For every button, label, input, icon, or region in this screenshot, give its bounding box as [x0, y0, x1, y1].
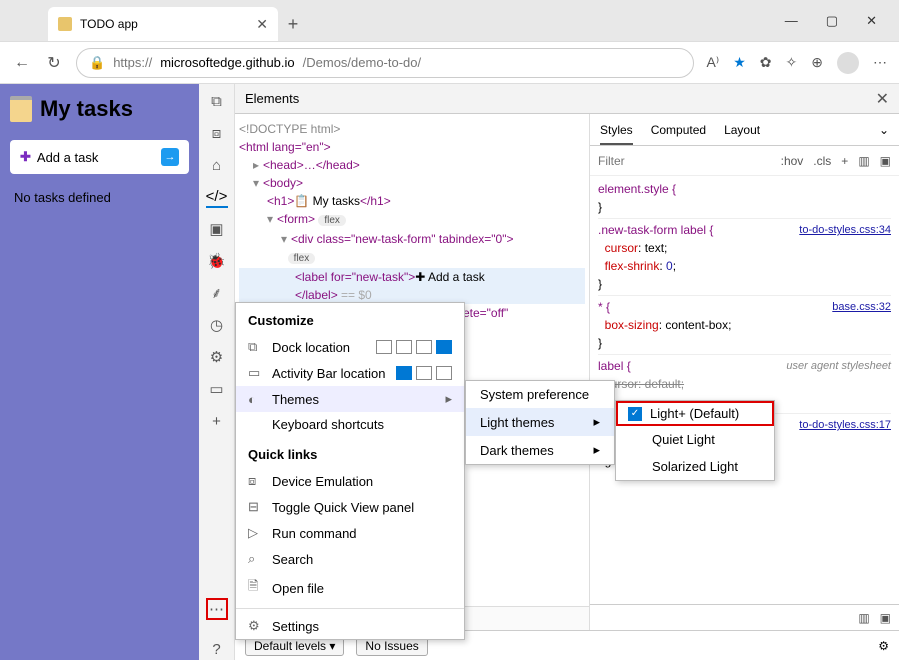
keyboard-shortcuts-row[interactable]: Keyboard shortcuts	[236, 412, 464, 437]
light-themes-submenu: ✓Light+ (Default) Quiet Light Solarized …	[615, 400, 775, 481]
app-panel: My tasks ✚ Add a task → No tasks defined	[0, 84, 199, 660]
add-task-label: Add a task	[37, 150, 98, 165]
styles-rules[interactable]: element.style { } to-do-styles.css:34.ne…	[590, 176, 899, 604]
cls-toggle[interactable]: .cls	[813, 154, 831, 168]
memory-icon[interactable]: ⚙	[206, 346, 228, 368]
lock-icon: 🔒	[89, 55, 105, 71]
quiet-light-item[interactable]: Quiet Light	[616, 426, 774, 453]
console-settings-icon[interactable]: ⚙	[878, 639, 889, 653]
url-scheme: https://	[113, 55, 152, 70]
tab-styles[interactable]: Styles	[600, 115, 633, 145]
tab-title: TODO app	[80, 17, 248, 31]
console-icon[interactable]: ▣	[206, 218, 228, 240]
dom-doctype: <!DOCTYPE html>	[239, 120, 585, 138]
new-tab-button[interactable]: +	[278, 14, 308, 41]
application-icon[interactable]: ▭	[206, 378, 228, 400]
favorites-bar-icon[interactable]: ✧	[786, 54, 798, 71]
url-host: microsoftedge.github.io	[160, 55, 294, 70]
new-rule-icon[interactable]: +	[841, 154, 848, 168]
flex-editor-icon[interactable]: ▥	[858, 154, 869, 168]
clipboard-icon	[10, 96, 32, 122]
light-plus-item[interactable]: ✓Light+ (Default)	[616, 401, 774, 426]
open-file-row[interactable]: 🗎Open file	[236, 572, 464, 604]
tab-favicon	[58, 17, 72, 31]
hov-toggle[interactable]: :hov	[781, 154, 804, 168]
device-emulation-row[interactable]: ⧈Device Emulation	[236, 468, 464, 494]
themes-submenu: System preference Light themes▸ Dark the…	[465, 380, 615, 465]
back-icon[interactable]: ←	[12, 54, 32, 72]
url-path: /Demos/demo-to-do/	[303, 55, 422, 70]
quick-links-heading: Quick links	[236, 437, 464, 468]
welcome-icon[interactable]: ⌂	[206, 154, 228, 176]
check-icon: ✓	[628, 407, 642, 421]
window-buttons: — ▢ ✕	[785, 13, 899, 41]
collections-icon[interactable]: ⊕	[811, 54, 823, 71]
activity-icon: ▭	[248, 365, 262, 381]
styles-panel: Styles Computed Layout ⌄ :hov .cls + ▥ ▣	[589, 114, 899, 630]
box-model-icon[interactable]: ▣	[880, 154, 891, 168]
tab-computed[interactable]: Computed	[651, 123, 706, 137]
url-field[interactable]: 🔒 https:// microsoftedge.github.io/Demos/…	[76, 48, 694, 78]
url-bar: ← ↻ 🔒 https:// microsoftedge.github.io/De…	[0, 42, 899, 84]
dock-location-row[interactable]: ⧉ Dock location	[236, 334, 464, 360]
sources-icon[interactable]: 🐞	[206, 250, 228, 272]
customize-menu: Customize ⧉ Dock location ▭ Activity Bar…	[235, 302, 465, 640]
settings-row[interactable]: ⚙Settings	[236, 613, 464, 639]
devtools-tab-bar: Elements ✕	[235, 84, 899, 114]
close-window-icon[interactable]: ✕	[866, 13, 877, 29]
read-aloud-icon[interactable]: A⁾	[706, 54, 719, 71]
submit-arrow-icon[interactable]: →	[161, 148, 179, 166]
refresh-icon[interactable]: ↻	[44, 53, 64, 73]
light-themes-item[interactable]: Light themes▸	[466, 408, 614, 436]
no-tasks-text: No tasks defined	[10, 190, 189, 205]
chevron-right-icon: ▸	[445, 391, 452, 407]
tab-layout[interactable]: Layout	[724, 123, 760, 137]
plus-icon: ✚	[20, 149, 31, 165]
inspect-icon[interactable]: ⧉	[206, 90, 228, 112]
themes-row[interactable]: ◐ Themes ▸	[236, 386, 464, 412]
selected-node[interactable]: <label for="new-task">✚ Add a task	[239, 268, 585, 286]
add-tool-icon[interactable]: +	[206, 410, 228, 432]
chevron-down-icon[interactable]: ⌄	[879, 123, 889, 137]
styles-filter-input[interactable]	[590, 154, 773, 168]
dock-icon: ⧉	[248, 339, 262, 355]
themes-icon: ◐	[248, 392, 262, 407]
window-titlebar: TODO app ✕ + — ▢ ✕	[0, 0, 899, 42]
box-icon[interactable]: ▣	[880, 611, 891, 625]
app-title: My tasks	[40, 96, 133, 122]
search-row[interactable]: ⌕Search	[236, 546, 464, 572]
add-task-field[interactable]: ✚ Add a task →	[10, 140, 189, 174]
customize-heading: Customize	[236, 303, 464, 334]
close-tab-icon[interactable]: ✕	[256, 16, 268, 33]
favorite-icon[interactable]: ★	[733, 54, 746, 71]
solarized-light-item[interactable]: Solarized Light	[616, 453, 774, 480]
more-tools-icon[interactable]: ⋯	[206, 598, 228, 620]
devtools: ⧉ ⧈ ⌂ </> ▣ 🐞 ⸙ ◷ ⚙ ▭ + ⋯ ? Elements ✕ <…	[199, 84, 899, 660]
extensions-icon[interactable]: ✿	[760, 54, 772, 71]
profile-avatar[interactable]	[837, 52, 859, 74]
close-devtools-icon[interactable]: ✕	[876, 89, 889, 109]
more-icon[interactable]: ⋯	[873, 54, 887, 71]
flex-icon[interactable]: ▥	[858, 611, 869, 625]
activity-bar-location-row[interactable]: ▭ Activity Bar location	[236, 360, 464, 386]
minimize-icon[interactable]: —	[785, 13, 798, 29]
browser-tab[interactable]: TODO app ✕	[48, 7, 278, 41]
dark-themes-item[interactable]: Dark themes▸	[466, 436, 614, 464]
performance-icon[interactable]: ◷	[206, 314, 228, 336]
network-icon[interactable]: ⸙	[206, 282, 228, 304]
maximize-icon[interactable]: ▢	[826, 13, 838, 29]
toggle-quickview-row[interactable]: ⊟Toggle Quick View panel	[236, 494, 464, 520]
elements-tab[interactable]: Elements	[245, 91, 299, 106]
elements-icon[interactable]: </>	[206, 186, 228, 208]
activity-bar: ⧉ ⧈ ⌂ </> ▣ 🐞 ⸙ ◷ ⚙ ▭ + ⋯ ?	[199, 84, 235, 660]
run-command-row[interactable]: ▷Run command	[236, 520, 464, 546]
system-preference-item[interactable]: System preference	[466, 381, 614, 408]
device-icon[interactable]: ⧈	[206, 122, 228, 144]
help-icon[interactable]: ?	[206, 638, 228, 660]
